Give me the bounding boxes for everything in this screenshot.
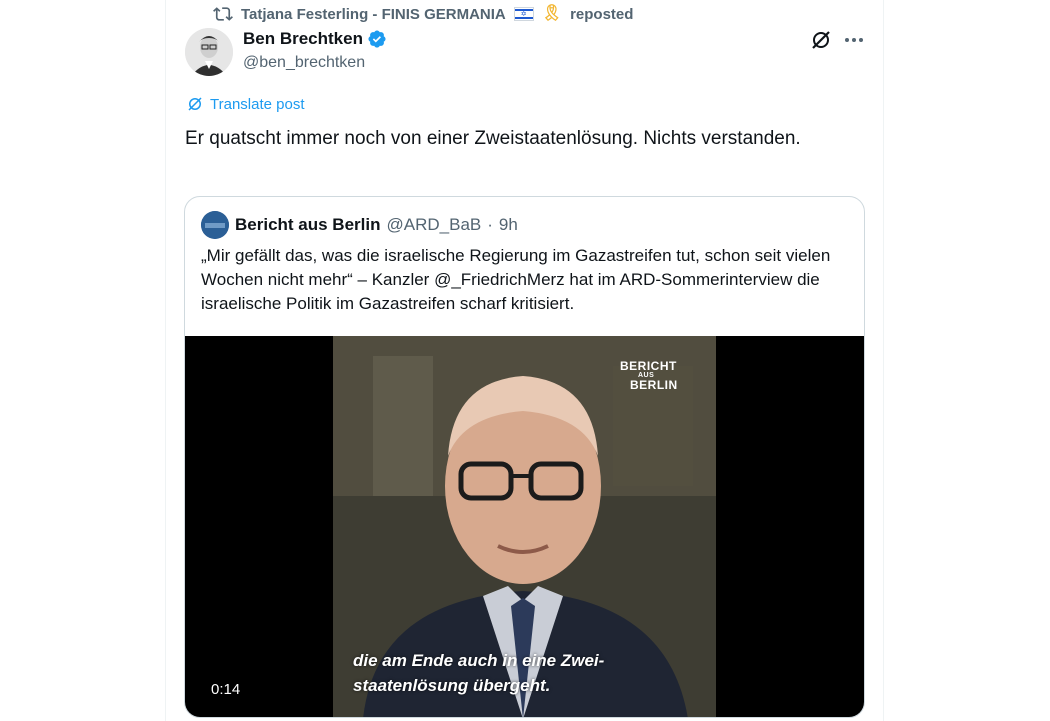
verified-badge-icon xyxy=(368,30,386,48)
grok-translate-icon xyxy=(188,97,202,111)
author-name[interactable]: Ben Brechtken xyxy=(243,29,363,49)
quoted-post[interactable]: Bericht aus Berlin @ARD_BaB · 9h „Mir ge… xyxy=(184,196,865,718)
more-icon xyxy=(845,38,863,42)
video-caption: die am Ende auch in eine Zwei- staatenlö… xyxy=(353,651,605,695)
bericht-aus-berlin-logo: BERICHT AUS BERLIN xyxy=(620,359,678,392)
quote-header: Bericht aus Berlin @ARD_BaB · 9h xyxy=(201,211,518,239)
author-name-row[interactable]: Ben Brechtken xyxy=(243,29,387,49)
video-timestamp: 0:14 xyxy=(211,681,241,698)
quote-separator: · xyxy=(487,215,493,234)
translate-post-link[interactable]: Translate post xyxy=(186,95,305,113)
post-text: Er quatscht immer noch von einer Zweista… xyxy=(185,128,801,149)
author-avatar[interactable] xyxy=(185,28,233,76)
quote-text: „Mir gefällt das, was die israelische Re… xyxy=(201,246,831,313)
yellow-ribbon-icon: 🎗 xyxy=(541,5,563,22)
more-options-button[interactable] xyxy=(842,28,866,52)
reposter-name[interactable]: Tatjana Festerling - FINIS GERMANIA xyxy=(241,6,506,23)
video-player[interactable]: BERICHT AUS BERLIN die am Ende auch in e… xyxy=(185,336,864,717)
quote-author-handle[interactable]: @ARD_BaB xyxy=(387,215,482,235)
quote-author-name[interactable]: Bericht aus Berlin xyxy=(235,215,381,235)
israel-flag-icon: ✡ xyxy=(513,7,534,21)
repost-suffix: reposted xyxy=(570,5,634,23)
repost-icon xyxy=(213,7,233,21)
grok-icon xyxy=(812,31,830,49)
author-handle[interactable]: @ben_brechtken xyxy=(243,54,365,72)
quote-avatar[interactable] xyxy=(201,211,229,239)
grok-button[interactable] xyxy=(809,28,833,52)
translate-label[interactable]: Translate post xyxy=(210,96,305,113)
video-frame: BERICHT AUS BERLIN die am Ende auch in e… xyxy=(333,336,716,717)
repost-context[interactable]: Tatjana Festerling - FINIS GERMANIA ✡ 🎗 … xyxy=(213,4,633,24)
quote-time[interactable]: 9h xyxy=(499,215,518,235)
